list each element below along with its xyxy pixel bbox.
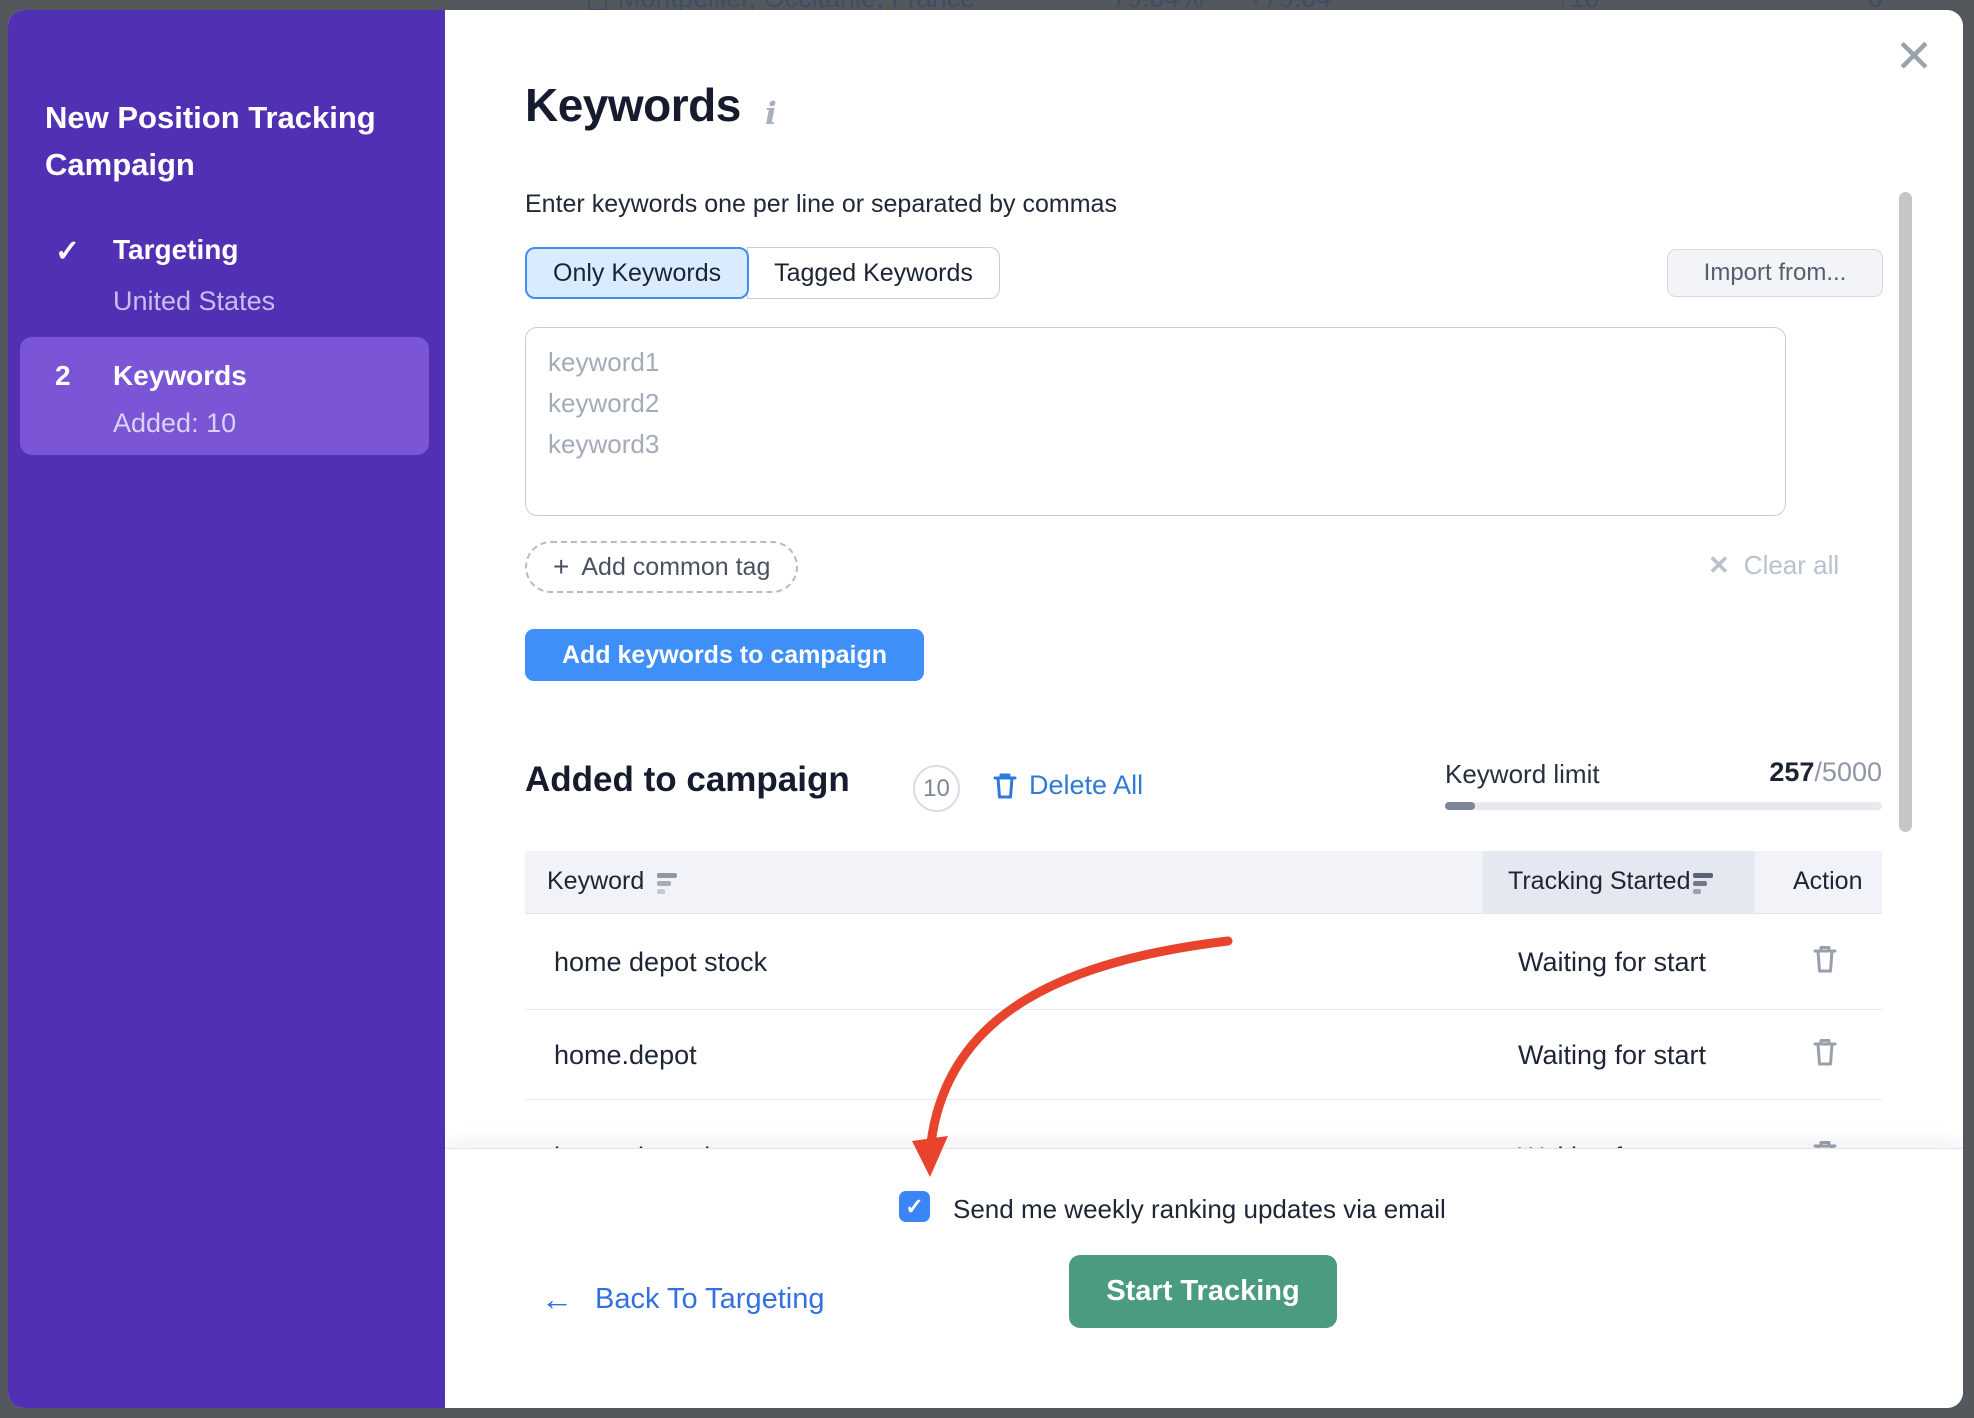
- sidebar-item-targeting[interactable]: Targeting: [113, 234, 238, 266]
- back-to-targeting-link[interactable]: ← Back To Targeting: [541, 1281, 824, 1318]
- weekly-email-checkbox[interactable]: ✓: [899, 1191, 930, 1222]
- position-tracking-modal-screen: Montpellier, Occitanie, France 79.04% +7…: [0, 0, 1974, 1418]
- column-header-keyword[interactable]: Keyword: [547, 867, 644, 896]
- keywords-added-count: Added: 10: [113, 408, 236, 439]
- tab-only-keywords[interactable]: Only Keywords: [525, 247, 749, 299]
- keyword-limit-total: /5000: [1814, 757, 1882, 787]
- back-link-label: Back To Targeting: [595, 1283, 824, 1316]
- start-tracking-button[interactable]: Start Tracking: [1069, 1255, 1337, 1328]
- placeholder-line: keyword3: [548, 424, 1763, 465]
- trash-icon: [993, 772, 1017, 800]
- page-title: Keywords: [525, 78, 741, 132]
- background-location-text: Montpellier, Occitanie, France: [618, 0, 975, 10]
- row-delete-button[interactable]: [1813, 1037, 1837, 1067]
- background-positions-value: ↑10: [1556, 0, 1600, 10]
- modal-footer: ✓ Send me weekly ranking updates via ema…: [445, 1148, 1963, 1408]
- close-icon[interactable]: ✕: [1888, 30, 1940, 82]
- keywords-instruction: Enter keywords one per line or separated…: [525, 190, 1117, 219]
- delete-all-label: Delete All: [1029, 770, 1143, 801]
- add-keywords-button[interactable]: Add keywords to campaign: [525, 629, 924, 681]
- keyword-limit-progressbar: [1445, 802, 1882, 810]
- table-row: home depot stock Waiting for start: [525, 914, 1882, 1010]
- keyword-limit-value: 257/5000: [1445, 757, 1882, 788]
- background-page-row: Montpellier, Occitanie, France 79.04% +7…: [0, 0, 1974, 10]
- table-row: home.depot Waiting for start: [525, 1010, 1882, 1100]
- background-row-checkbox: [588, 0, 607, 10]
- column-header-tracking-started[interactable]: Tracking Started: [1508, 867, 1690, 896]
- add-common-tag-label: Add common tag: [581, 553, 770, 582]
- import-from-button[interactable]: Import from...: [1667, 249, 1883, 297]
- added-count-badge: 10: [913, 765, 960, 812]
- row-keyword: home depot stock: [554, 947, 767, 978]
- clear-all-label: Clear all: [1744, 550, 1839, 581]
- trash-icon: [1813, 1037, 1837, 1067]
- background-visibility-value: 79.04%: [1112, 0, 1204, 10]
- row-keyword: home.depot: [554, 1040, 697, 1071]
- step-number: 2: [55, 360, 71, 392]
- trash-icon: [1813, 944, 1837, 974]
- added-section-title: Added to campaign: [525, 760, 850, 800]
- add-common-tag-button[interactable]: + Add common tag: [525, 541, 798, 593]
- tab-tagged-keywords[interactable]: Tagged Keywords: [747, 247, 1000, 299]
- keywords-table-header: Keyword Tracking Started Action: [525, 851, 1882, 914]
- targeting-selected-value: United States: [113, 286, 275, 317]
- modal-scrollbar-thumb[interactable]: [1899, 192, 1912, 832]
- row-status: Waiting for start: [1518, 947, 1706, 978]
- arrow-left-icon: ←: [541, 1281, 573, 1318]
- keyword-mode-tabs: Only Keywords Tagged Keywords: [525, 247, 1000, 299]
- plus-icon: +: [553, 551, 569, 583]
- clear-icon: ✕: [1708, 550, 1730, 581]
- keyword-limit-progress-fill: [1445, 802, 1475, 810]
- sort-icon[interactable]: [657, 873, 681, 895]
- weekly-email-label: Send me weekly ranking updates via email: [953, 1194, 1446, 1225]
- sidebar-item-keywords[interactable]: Keywords: [113, 360, 247, 392]
- background-change-value: +79.04: [1248, 0, 1331, 10]
- placeholder-line: keyword1: [548, 342, 1763, 383]
- campaign-wizard-sidebar: New Position Tracking Campaign ✓ Targeti…: [8, 10, 445, 1408]
- wizard-title: New Position Tracking Campaign: [45, 94, 390, 188]
- row-delete-button[interactable]: [1813, 944, 1837, 974]
- new-campaign-modal: New Position Tracking Campaign ✓ Targeti…: [8, 10, 1963, 1408]
- keyword-limit-used: 257: [1769, 757, 1814, 787]
- placeholder-line: keyword2: [548, 383, 1763, 424]
- background-count-value: 0: [1868, 0, 1883, 10]
- row-status: Waiting for start: [1518, 1040, 1706, 1071]
- info-icon[interactable]: i: [765, 96, 777, 132]
- keywords-textarea[interactable]: keyword1 keyword2 keyword3: [525, 327, 1786, 516]
- sort-icon[interactable]: [1693, 873, 1717, 895]
- delete-all-button[interactable]: Delete All: [993, 770, 1143, 801]
- clear-all-button[interactable]: ✕ Clear all: [1708, 550, 1839, 581]
- checkbox-check-icon: ✓: [905, 1194, 923, 1220]
- column-header-action: Action: [1793, 867, 1862, 896]
- step-done-check-icon: ✓: [55, 234, 80, 269]
